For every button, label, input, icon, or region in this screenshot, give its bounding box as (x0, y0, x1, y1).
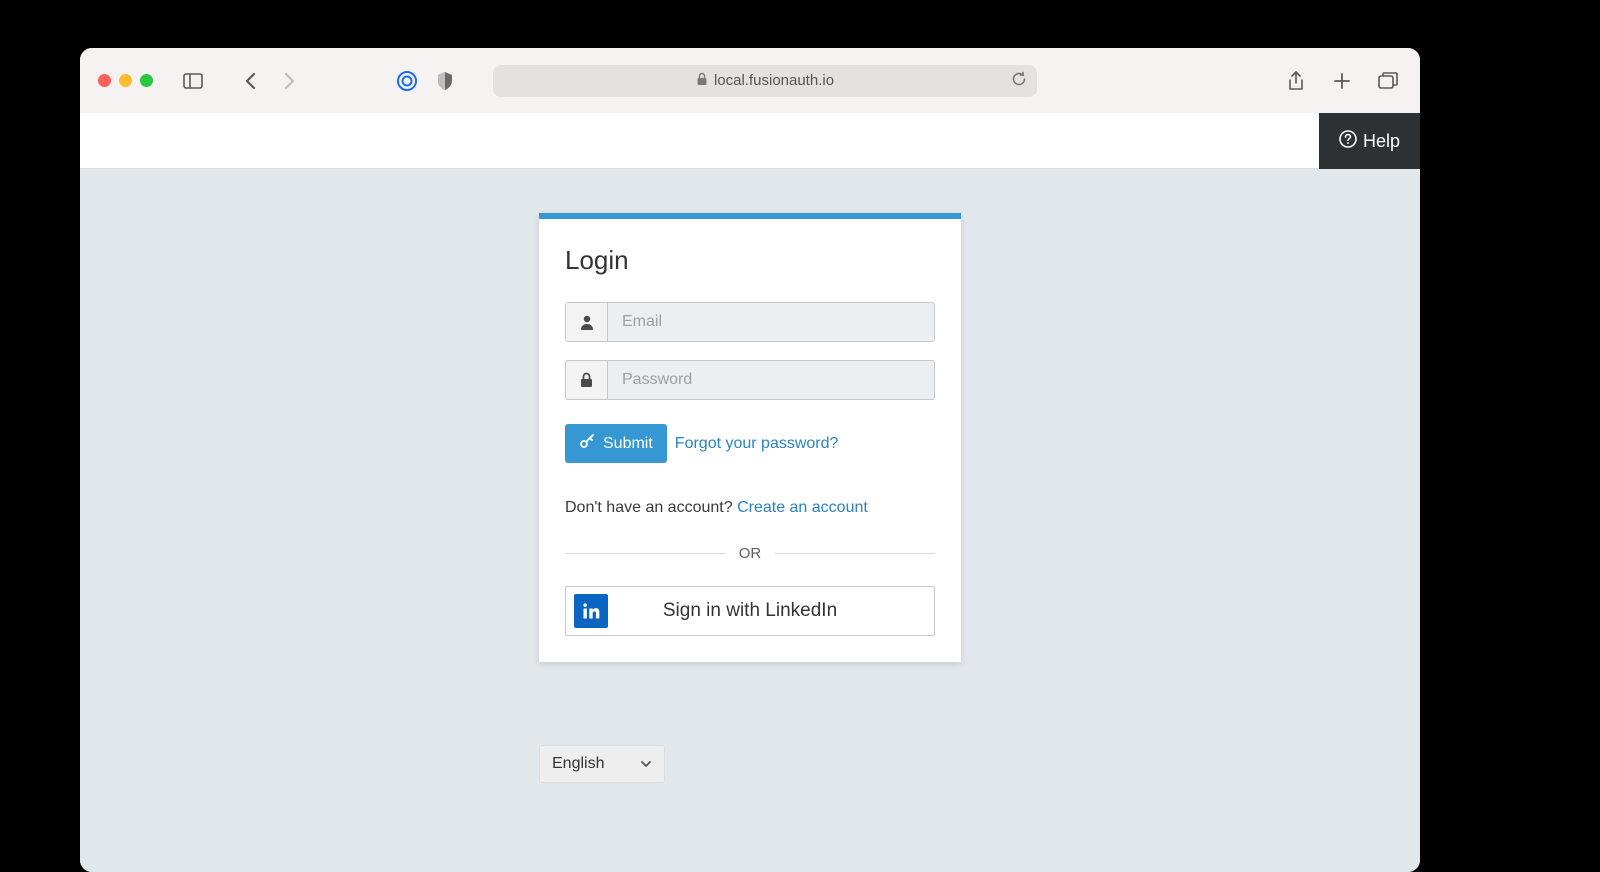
share-icon[interactable] (1282, 67, 1310, 95)
lock-icon (696, 72, 708, 90)
close-window-button[interactable] (98, 74, 111, 87)
help-button[interactable]: Help (1319, 113, 1420, 169)
page-content: Help Login (80, 113, 1420, 872)
browser-window: local.fusionauth.io Help (80, 48, 1420, 872)
reload-icon[interactable] (1011, 71, 1027, 91)
email-input-group (565, 302, 935, 342)
help-icon (1339, 130, 1357, 153)
user-icon (566, 303, 608, 341)
action-row: Submit Forgot your password? (565, 424, 935, 463)
linkedin-label: Sign in with LinkedIn (566, 600, 934, 622)
language-select[interactable]: English (539, 745, 665, 783)
or-divider: OR (565, 545, 935, 562)
password-field[interactable] (608, 361, 934, 399)
chevron-down-icon (640, 755, 652, 773)
no-account-text: Don't have an account? (565, 499, 737, 516)
sidebar-toggle-icon[interactable] (179, 67, 207, 95)
submit-label: Submit (603, 435, 653, 453)
login-card: Login (539, 213, 961, 662)
address-bar[interactable]: local.fusionauth.io (493, 65, 1037, 97)
window-controls (98, 74, 153, 87)
divider-line (775, 553, 935, 554)
password-input-group (565, 360, 935, 400)
help-label: Help (1363, 131, 1400, 152)
browser-toolbar: local.fusionauth.io (80, 48, 1420, 113)
linkedin-signin-button[interactable]: Sign in with LinkedIn (565, 586, 935, 636)
forward-button[interactable] (275, 67, 303, 95)
or-label: OR (725, 545, 776, 562)
toolbar-right (1282, 67, 1402, 95)
forgot-password-link[interactable]: Forgot your password? (675, 435, 839, 453)
privacy-shield-icon[interactable] (431, 67, 459, 95)
tabs-overview-icon[interactable] (1374, 67, 1402, 95)
back-button[interactable] (237, 67, 265, 95)
new-tab-icon[interactable] (1328, 67, 1356, 95)
create-account-link[interactable]: Create an account (737, 499, 868, 516)
language-selected: English (552, 755, 604, 773)
lock-icon (566, 361, 608, 399)
key-icon (579, 433, 595, 454)
address-text: local.fusionauth.io (714, 72, 834, 89)
no-account-row: Don't have an account? Create an account (565, 499, 935, 517)
maximize-window-button[interactable] (140, 74, 153, 87)
submit-button[interactable]: Submit (565, 424, 667, 463)
app-header-bar (80, 113, 1420, 169)
divider-line (565, 553, 725, 554)
minimize-window-button[interactable] (119, 74, 132, 87)
email-field[interactable] (608, 303, 934, 341)
login-title: Login (565, 245, 935, 276)
onepassword-extension-icon[interactable] (393, 67, 421, 95)
